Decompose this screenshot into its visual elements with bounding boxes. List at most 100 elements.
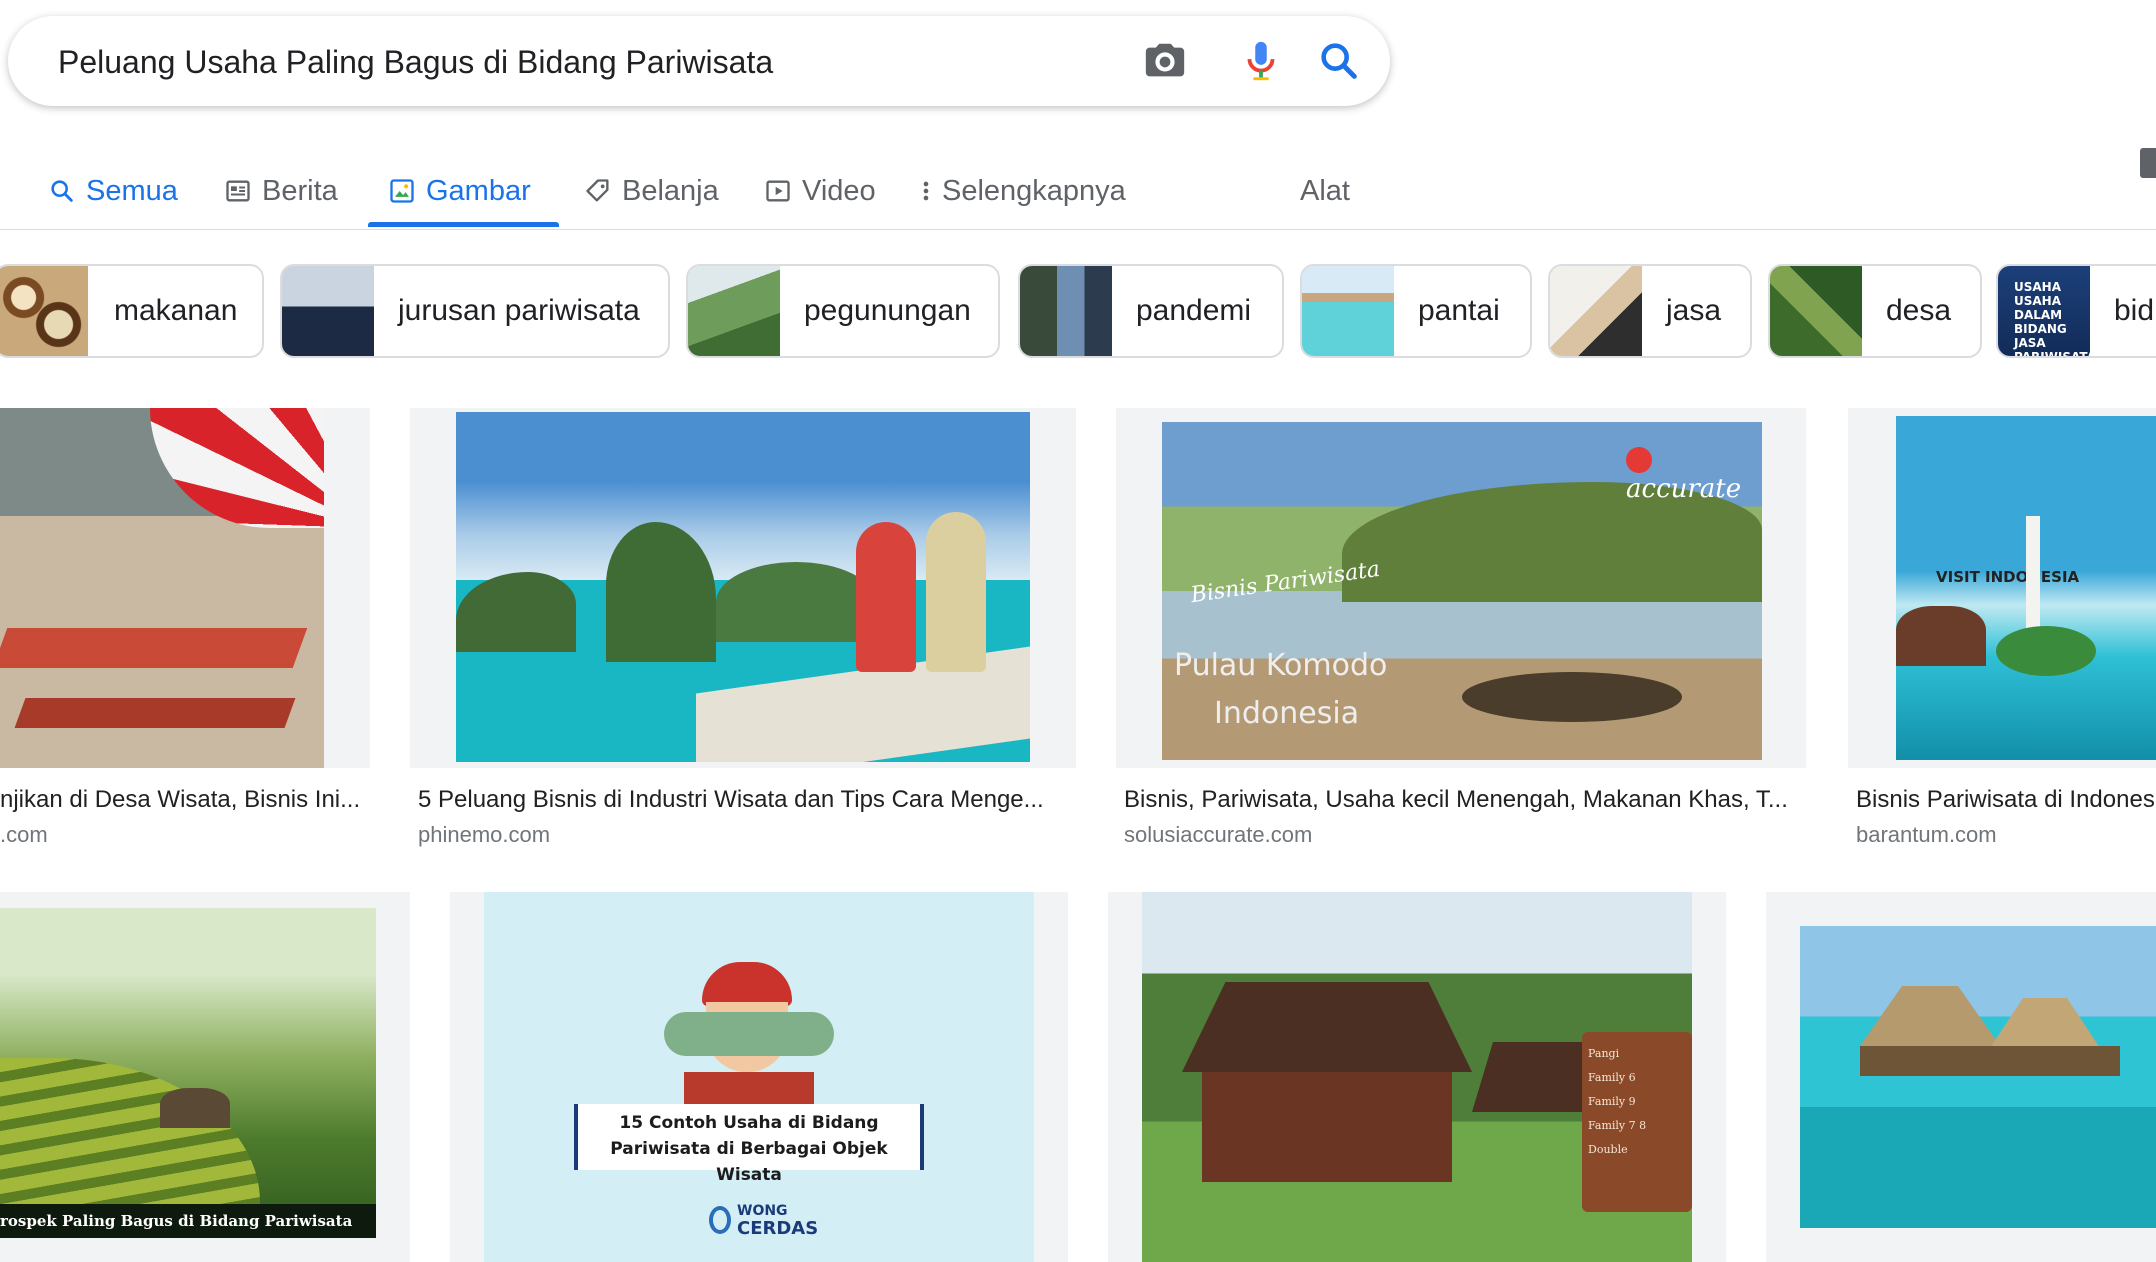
result-image[interactable]: accurate Bisnis Pariwisata Pulau Komodo … xyxy=(1162,422,1762,760)
chip-label: pandemi xyxy=(1136,294,1252,327)
active-tab-indicator xyxy=(368,222,559,227)
overlay-text: Indonesia xyxy=(1214,696,1360,731)
sunbed xyxy=(14,698,296,728)
chip-bid[interactable]: USAHA USAHA DALAM BIDANG JASA PARIWISATA… xyxy=(1996,264,2156,358)
video-icon xyxy=(766,180,790,202)
result-image[interactable] xyxy=(456,412,1030,762)
more-vert-icon xyxy=(923,181,929,201)
chip-pantai[interactable]: pantai xyxy=(1300,264,1532,358)
tab-gambar[interactable]: Gambar xyxy=(388,166,531,216)
result-source[interactable]: solusiaccurate.com xyxy=(1124,822,1312,848)
chip-thumbnail xyxy=(1550,266,1642,356)
chip-jurusan-pariwisata[interactable]: jurusan pariwisata xyxy=(280,264,670,358)
red-umbrella xyxy=(150,408,324,528)
tab-label: Berita xyxy=(262,174,338,207)
tab-alat[interactable]: Alat xyxy=(1300,166,1350,216)
microphone-icon[interactable] xyxy=(1238,38,1284,84)
chip-thumbnail xyxy=(282,266,374,356)
tab-label: Belanja xyxy=(622,174,719,207)
overlay-text: rospek Paling Bagus di Bidang Pariwisata xyxy=(0,1204,376,1238)
traveler xyxy=(856,522,916,672)
house-roof xyxy=(1182,982,1472,1072)
overlay-text: 15 Contoh Usaha di Bidang xyxy=(619,1113,879,1133)
karst-island xyxy=(716,562,876,642)
chip-pegunungan[interactable]: pegunungan xyxy=(686,264,1000,358)
result-image[interactable]: VISIT INDONESIA xyxy=(1896,416,2156,760)
result-title[interactable]: Bisnis Pariwisata di Indones xyxy=(1856,786,2156,814)
result-source[interactable]: phinemo.com xyxy=(418,822,550,848)
result-source[interactable]: .com xyxy=(0,822,48,848)
komodo-dragon xyxy=(1462,672,1682,722)
karst-island xyxy=(456,572,576,652)
chip-label: desa xyxy=(1886,294,1952,327)
chip-desa[interactable]: desa xyxy=(1768,264,1982,358)
cap xyxy=(702,962,792,1006)
search-icon[interactable] xyxy=(1316,38,1362,84)
result-title[interactable]: njikan di Desa Wisata, Bisnis Ini... xyxy=(0,786,370,814)
search-icon xyxy=(51,180,73,202)
logo-icon xyxy=(709,1206,731,1234)
image-result[interactable]: njikan di Desa Wisata, Bisnis Ini... .co… xyxy=(0,408,370,847)
hut xyxy=(160,1088,230,1128)
result-image[interactable]: Pangi Family 6 Family 9 Family 7 8 Doubl… xyxy=(1142,892,1692,1262)
tab-selengkapnya[interactable]: Selengkapnya xyxy=(920,166,1126,216)
result-image[interactable] xyxy=(1800,926,2156,1228)
wooden-house xyxy=(1202,1072,1452,1182)
chip-pandemi[interactable]: pandemi xyxy=(1018,264,1284,358)
chip-label: jurusan pariwisata xyxy=(398,294,640,327)
villa-roof xyxy=(1860,986,2000,1046)
image-result[interactable]: VISIT INDONESIA Bisnis Pariwisata di Ind… xyxy=(1848,408,2156,847)
backpack-roll xyxy=(664,1012,834,1056)
tab-belanja[interactable]: Belanja xyxy=(584,166,719,216)
signboard: Pangi Family 6 Family 9 Family 7 8 Doubl… xyxy=(1582,1032,1692,1212)
chip-thumbnail xyxy=(688,266,780,356)
overlay-box: 15 Contoh Usaha di Bidang Pariwisata di … xyxy=(574,1104,924,1185)
chip-label: jasa xyxy=(1666,294,1722,327)
image-result[interactable]: 15 Contoh Usaha di Bidang Pariwisata di … xyxy=(450,892,1068,1262)
chip-label: pantai xyxy=(1418,294,1500,327)
tab-label: Alat xyxy=(1300,174,1350,207)
camera-icon[interactable] xyxy=(1142,38,1188,84)
chip-thumbnail xyxy=(1770,266,1862,356)
tag-icon xyxy=(586,179,609,202)
image-result[interactable]: accurate Bisnis Pariwisata Pulau Komodo … xyxy=(1116,408,1806,847)
tab-label: Selengkapnya xyxy=(942,174,1126,207)
bookmark-icon[interactable] xyxy=(2140,148,2156,178)
result-image[interactable]: 15 Contoh Usaha di Bidang Pariwisata di … xyxy=(484,892,1034,1262)
result-image[interactable]: rospek Paling Bagus di Bidang Pariwisata xyxy=(0,908,376,1238)
tabs-divider xyxy=(0,229,2156,230)
tab-berita[interactable]: Berita xyxy=(224,166,338,216)
floating-island xyxy=(1996,626,2096,676)
tab-video[interactable]: Video xyxy=(764,166,876,216)
chip-thumbnail xyxy=(0,266,88,356)
image-result[interactable]: rospek Paling Bagus di Bidang Pariwisata xyxy=(0,892,410,1262)
traditional-house xyxy=(1896,606,1986,666)
result-image[interactable] xyxy=(0,408,324,768)
tab-label: Video xyxy=(802,174,876,207)
chip-makanan[interactable]: makanan xyxy=(0,264,264,358)
chip-label: pegunungan xyxy=(804,294,971,327)
search-input[interactable]: Peluang Usaha Paling Bagus di Bidang Par… xyxy=(58,44,773,81)
overlay-text: Pulau Komodo xyxy=(1174,648,1388,683)
chip-label: bid xyxy=(2114,294,2155,327)
image-result[interactable]: 5 Peluang Bisnis di Industri Wisata dan … xyxy=(410,408,1076,847)
sunbed xyxy=(0,628,308,668)
result-title[interactable]: Bisnis, Pariwisata, Usaha kecil Menengah… xyxy=(1124,786,1804,814)
image-result[interactable] xyxy=(1766,892,2156,1262)
tab-label: Semua xyxy=(86,174,178,207)
chip-thumbnail xyxy=(1302,266,1394,356)
traveler xyxy=(926,512,986,672)
water-villa xyxy=(1860,1046,2120,1076)
karst-island xyxy=(606,522,716,662)
search-box[interactable]: Peluang Usaha Paling Bagus di Bidang Par… xyxy=(8,16,1390,106)
image-result[interactable]: Pangi Family 6 Family 9 Family 7 8 Doubl… xyxy=(1108,892,1726,1262)
overlay-text: VISIT INDONESIA xyxy=(1936,568,2080,586)
wongcerdas-logo: WONG CERDAS xyxy=(709,1202,818,1238)
chip-jasa[interactable]: jasa xyxy=(1548,264,1752,358)
result-title[interactable]: 5 Peluang Bisnis di Industri Wisata dan … xyxy=(418,786,1078,814)
result-source[interactable]: barantum.com xyxy=(1856,822,1997,848)
news-icon xyxy=(226,180,250,202)
villa-roof xyxy=(1990,998,2100,1048)
tab-semua[interactable]: Semua xyxy=(48,166,178,216)
image-icon xyxy=(390,179,414,203)
